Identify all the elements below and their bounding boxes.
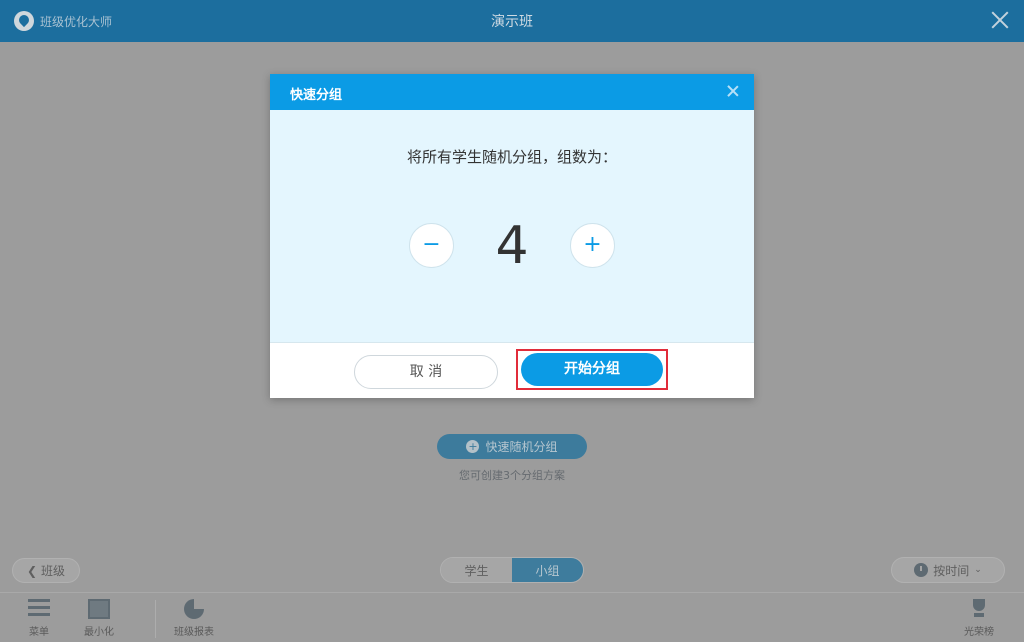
dialog-header: 快速分组 <box>270 74 754 110</box>
group-count-value: 4 <box>495 216 529 276</box>
tab-groups[interactable]: 小组 <box>512 558 583 582</box>
cancel-button[interactable]: 取 消 <box>354 355 498 389</box>
minimize-icon <box>88 599 110 619</box>
quick-group-button[interactable]: + 快速随机分组 <box>437 434 587 459</box>
highlight-box: 开始分组 <box>516 349 668 390</box>
dialog-body: 将所有学生随机分组，组数为： − 4 + <box>270 110 754 343</box>
toolbar-divider <box>155 600 156 638</box>
minimize-button[interactable]: 最小化 <box>84 599 114 638</box>
minimize-label: 最小化 <box>84 627 114 638</box>
sort-dropdown[interactable]: 按时间 ⌄ <box>891 557 1005 583</box>
back-label: 班级 <box>41 564 66 578</box>
title-bar: 班级优化大师 演示班 <box>0 0 1024 42</box>
menu-label: 菜单 <box>29 627 49 638</box>
pie-chart-icon <box>184 599 204 619</box>
window-title: 演示班 <box>491 14 533 30</box>
chevron-down-icon: ⌄ <box>974 565 982 575</box>
bottom-toolbar: 菜单 最小化 班级报表 光荣榜 <box>0 592 1024 642</box>
close-window-icon[interactable] <box>988 8 1012 32</box>
honor-roll-button[interactable]: 光荣榜 <box>964 599 994 638</box>
close-icon[interactable] <box>726 84 740 98</box>
class-report-label: 班级报表 <box>174 627 214 638</box>
plus-icon: + <box>466 440 480 453</box>
quick-group-dialog: 快速分组 将所有学生随机分组，组数为： − 4 + 取 消 开始分组 <box>270 74 754 398</box>
increase-button[interactable]: + <box>570 223 615 268</box>
view-toggle: 学生 小组 <box>440 557 584 583</box>
chevron-left-icon: ❮ <box>26 563 38 578</box>
tab-students[interactable]: 学生 <box>441 558 512 582</box>
clock-icon <box>914 563 929 577</box>
group-count-prompt: 将所有学生随机分组，组数为： <box>406 148 617 166</box>
group-plan-hint: 您可创建3个分组方案 <box>459 469 565 482</box>
honor-roll-label: 光荣榜 <box>964 627 994 638</box>
start-grouping-button[interactable]: 开始分组 <box>521 353 663 386</box>
menu-button[interactable]: 菜单 <box>28 599 50 638</box>
class-report-button[interactable]: 班级报表 <box>174 599 214 638</box>
decrease-button[interactable]: − <box>409 223 454 268</box>
trophy-icon <box>969 599 989 619</box>
dialog-title: 快速分组 <box>290 88 343 103</box>
sort-label: 按时间 <box>933 563 970 578</box>
menu-icon <box>28 599 50 619</box>
quick-group-label: 快速随机分组 <box>485 440 558 454</box>
back-to-class-button[interactable]: ❮ 班级 <box>12 558 80 583</box>
dialog-footer: 取 消 开始分组 <box>270 343 754 398</box>
